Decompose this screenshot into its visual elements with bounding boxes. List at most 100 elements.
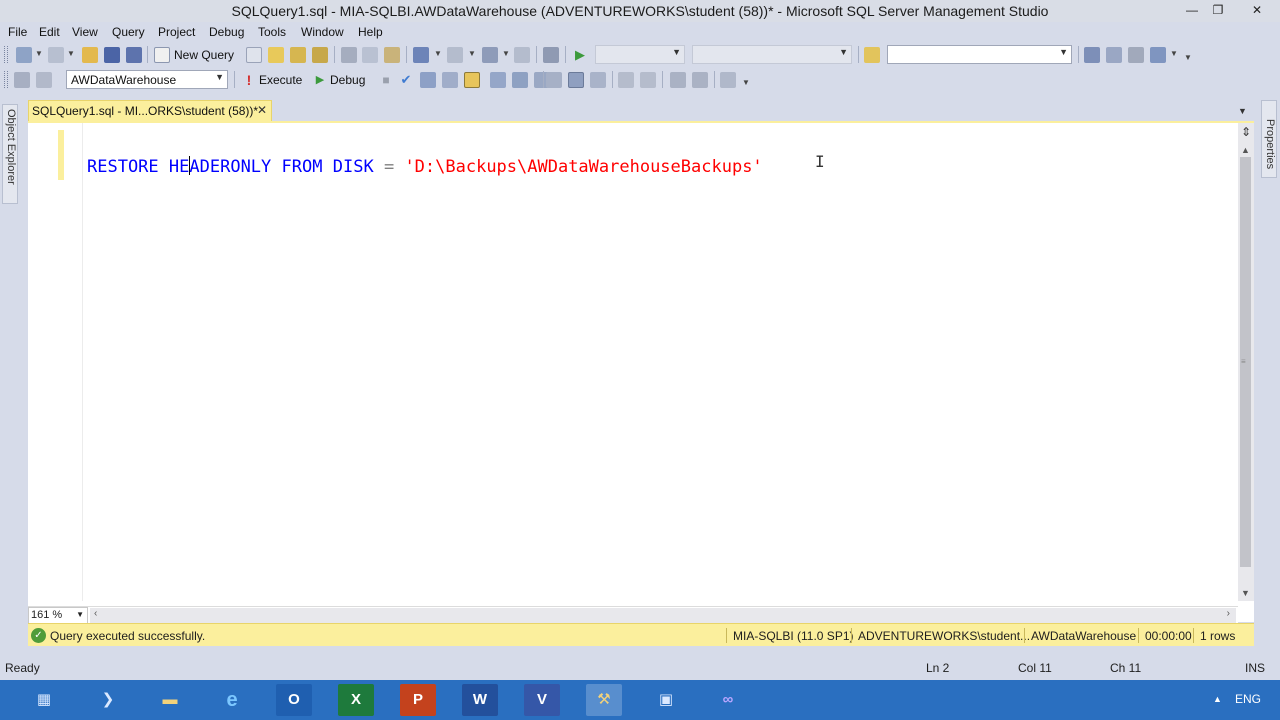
intellisense-icon[interactable] (490, 72, 506, 88)
menu-debug[interactable]: Debug (209, 25, 244, 39)
actual-plan-icon[interactable] (512, 72, 528, 88)
increase-indent-icon[interactable] (692, 72, 708, 88)
scroll-right-icon[interactable]: › (1227, 608, 1230, 619)
excel-icon[interactable]: X (338, 684, 374, 716)
chevron-down-icon[interactable]: ▼ (1170, 49, 1178, 58)
execute-icon[interactable]: ! (241, 72, 257, 88)
uncomment-icon[interactable] (640, 72, 656, 88)
internet-explorer-icon[interactable]: e (214, 684, 250, 716)
add-item-icon[interactable] (48, 47, 64, 63)
sql-configuration-icon[interactable]: ▣ (648, 684, 684, 716)
results-to-text-icon[interactable] (546, 72, 562, 88)
find-in-files-icon[interactable] (864, 47, 880, 63)
restore-button[interactable]: ❐ (1204, 0, 1232, 20)
query-options-icon[interactable] (464, 72, 480, 88)
outlook-icon[interactable]: O (276, 684, 312, 716)
parse-icon[interactable]: ✔ (398, 72, 414, 88)
chevron-down-icon[interactable]: ▼ (1059, 47, 1068, 57)
decrease-indent-icon[interactable] (670, 72, 686, 88)
results-to-grid-icon[interactable] (568, 72, 584, 88)
save-icon[interactable] (104, 47, 120, 63)
tab-overflow-icon[interactable]: ▼ (1238, 106, 1247, 116)
chevron-down-icon[interactable]: ▼ (76, 610, 84, 619)
save-all-icon[interactable] (126, 47, 142, 63)
word-icon[interactable]: W (462, 684, 498, 716)
chevron-down-icon[interactable]: ▼ (35, 49, 43, 58)
debug-button[interactable]: Debug (330, 73, 365, 87)
chevron-down-icon[interactable]: ▼ (215, 72, 224, 82)
menu-window[interactable]: Window (301, 25, 344, 39)
chevron-down-icon[interactable]: ▼ (434, 49, 442, 58)
open-file-icon[interactable] (82, 47, 98, 63)
menu-help[interactable]: Help (358, 25, 383, 39)
close-tab-icon[interactable]: ✕ (257, 103, 267, 117)
powershell-icon[interactable]: ❯ (90, 684, 126, 716)
debug-icon[interactable]: ▶ (312, 72, 328, 88)
scroll-down-icon[interactable]: ▼ (1241, 588, 1250, 598)
visio-icon[interactable]: V (524, 684, 560, 716)
specify-template-values-icon[interactable] (720, 72, 736, 88)
new-project-icon[interactable] (16, 47, 32, 63)
menu-edit[interactable]: Edit (39, 25, 60, 39)
input-language[interactable]: ENG (1235, 692, 1261, 706)
query-designer-icon[interactable] (442, 72, 458, 88)
new-query-button[interactable]: New Query (174, 48, 234, 62)
comment-out-icon[interactable] (618, 72, 634, 88)
scroll-up-icon[interactable]: ▲ (1241, 145, 1250, 155)
close-window-button[interactable]: ✕ (1236, 0, 1278, 20)
undo-icon[interactable] (413, 47, 429, 63)
redo-icon[interactable] (447, 47, 463, 63)
solution-configurations-combo[interactable]: ▼ (595, 45, 685, 64)
toolbar-grip[interactable] (4, 46, 8, 63)
minimize-button[interactable]: — (1178, 0, 1206, 20)
chevron-down-icon[interactable]: ▼ (672, 47, 681, 57)
server-manager-icon[interactable]: ▦ (26, 684, 62, 716)
database-engine-query-icon[interactable] (246, 47, 262, 63)
split-window-icon[interactable]: ⇕ (1238, 125, 1254, 141)
cut-icon[interactable] (341, 47, 357, 63)
toolbar-options-icon[interactable]: ▼ (742, 78, 750, 87)
change-connection-icon[interactable] (36, 72, 52, 88)
toolbar-grip[interactable] (4, 71, 8, 88)
results-to-file-icon[interactable] (590, 72, 606, 88)
analysis-dmx-query-icon[interactable] (290, 47, 306, 63)
visual-studio-icon[interactable]: ∞ (710, 684, 746, 716)
new-query-icon[interactable] (154, 47, 170, 63)
copy-icon[interactable] (362, 47, 378, 63)
object-explorer-tab[interactable]: Object Explorer (2, 104, 18, 204)
horizontal-scrollbar[interactable]: ‹ › (90, 608, 1236, 624)
object-explorer-icon[interactable] (1106, 47, 1122, 63)
connect-icon[interactable] (14, 72, 30, 88)
properties-tab[interactable]: Properties (1261, 100, 1277, 178)
start-debugging-icon[interactable]: ▶ (572, 47, 588, 63)
vertical-scrollbar[interactable]: ⇕ ▲ ≡ ▼ (1238, 123, 1254, 601)
powerpoint-icon[interactable]: P (400, 684, 436, 716)
file-explorer-icon[interactable]: ▬ (152, 684, 188, 716)
toolbar-options-icon[interactable]: ▼ (1184, 53, 1192, 62)
cancel-query-icon[interactable]: ■ (378, 72, 394, 88)
chevron-down-icon[interactable]: ▼ (502, 49, 510, 58)
navigate-forward-icon[interactable] (514, 47, 530, 63)
menu-project[interactable]: Project (158, 25, 195, 39)
menu-view[interactable]: View (72, 25, 98, 39)
execute-button[interactable]: Execute (259, 73, 302, 87)
analysis-xmla-query-icon[interactable] (312, 47, 328, 63)
menu-query[interactable]: Query (112, 25, 145, 39)
properties-window-icon[interactable] (1150, 47, 1166, 63)
navigate-backward-icon[interactable] (482, 47, 498, 63)
find-combo[interactable]: ▼ (887, 45, 1072, 64)
scroll-left-icon[interactable]: ‹ (94, 608, 97, 619)
ssms-icon[interactable]: ⚒ (586, 684, 622, 716)
zoom-combo[interactable]: 161 % ▼ (28, 607, 88, 624)
registered-servers-icon[interactable] (1084, 47, 1100, 63)
chevron-down-icon[interactable]: ▼ (468, 49, 476, 58)
display-estimated-plan-icon[interactable] (420, 72, 436, 88)
query-editor[interactable]: RESTORE HEADERONLY FROM DISK = 'D:\Backu… (28, 121, 1254, 624)
code-line[interactable]: RESTORE HEADERONLY FROM DISK = 'D:\Backu… (87, 156, 763, 177)
screenshot-icon[interactable] (543, 47, 559, 63)
menu-tools[interactable]: Tools (258, 25, 286, 39)
paste-icon[interactable] (384, 47, 400, 63)
chevron-down-icon[interactable]: ▼ (839, 47, 848, 57)
analysis-mdx-query-icon[interactable] (268, 47, 284, 63)
document-tab[interactable]: SQLQuery1.sql - MI...ORKS\student (58))*… (28, 100, 272, 121)
